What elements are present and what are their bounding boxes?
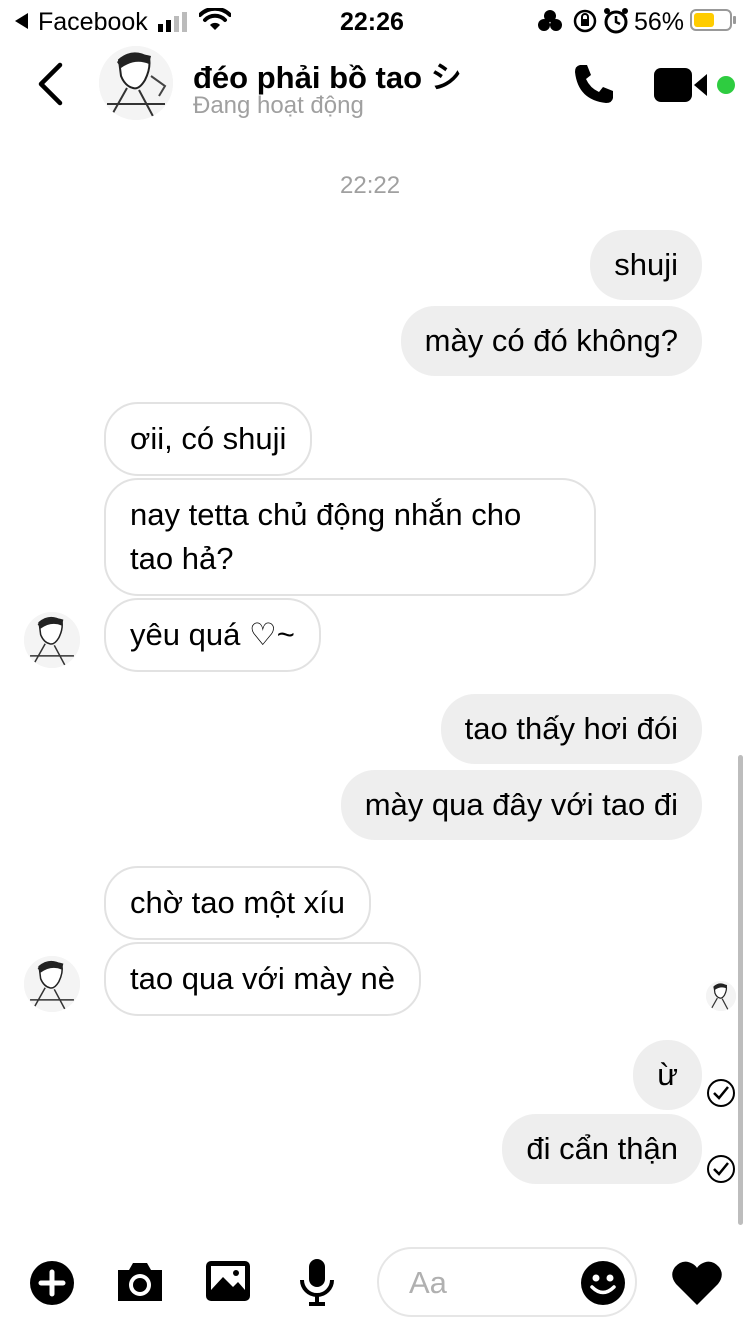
battery-percent: 56% — [634, 8, 685, 36]
outgoing-message[interactable]: tao thấy hơi đói — [440, 694, 702, 764]
message-text: yêu quá ♡~ — [130, 617, 295, 652]
message-input[interactable]: Aa — [377, 1247, 637, 1317]
message-text-line: nay tetta chủ động nhắn cho — [130, 497, 522, 532]
camera-icon[interactable] — [115, 1260, 165, 1309]
back-chevron-icon[interactable] — [36, 62, 64, 111]
battery-icon — [690, 8, 738, 37]
contact-name[interactable]: đéo phải bồ tao シ — [193, 52, 462, 97]
message-text: mày có đó không? — [424, 323, 678, 358]
outgoing-message[interactable]: shuji — [590, 230, 702, 300]
message-text-line: tao hả? — [130, 541, 234, 576]
signal-icon — [158, 12, 192, 37]
heart-icon[interactable] — [671, 1259, 723, 1312]
incoming-message[interactable]: yêu quá ♡~ — [104, 598, 321, 672]
incoming-message[interactable]: ơii, có shuji — [104, 402, 313, 476]
video-call-icon[interactable] — [653, 66, 709, 109]
message-text: tao qua với mày nè — [130, 961, 396, 996]
message-text: tao thấy hơi đói — [464, 711, 678, 746]
back-arrow-small-icon[interactable] — [14, 12, 30, 35]
back-app-label[interactable]: Facebook — [38, 8, 148, 37]
message-timestamp: 22:22 — [340, 172, 401, 199]
outgoing-message[interactable]: ừ — [633, 1040, 702, 1110]
message-text: mày qua đây với tao đi — [364, 787, 678, 822]
outgoing-message[interactable]: đi cẩn thận — [502, 1114, 702, 1184]
delivered-check-icon — [707, 1155, 735, 1183]
add-icon[interactable] — [29, 1260, 75, 1311]
message-text: ơii, có shuji — [130, 421, 287, 456]
sender-avatar[interactable] — [24, 612, 80, 668]
link-icon — [537, 9, 563, 38]
message-input-placeholder: Aa — [409, 1265, 447, 1300]
gallery-icon[interactable] — [205, 1260, 251, 1307]
alarm-icon — [603, 7, 629, 40]
message-text: chờ tao một xíu — [130, 885, 346, 920]
message-text: shuji — [614, 247, 678, 282]
phone-call-icon[interactable] — [572, 62, 616, 111]
contact-avatar[interactable] — [99, 46, 173, 120]
sender-avatar[interactable] — [24, 956, 80, 1012]
outgoing-message[interactable]: mày qua đây với tao đi — [340, 770, 702, 840]
seen-avatar — [706, 981, 736, 1011]
active-status: Đang hoạt động — [193, 92, 364, 119]
outgoing-message[interactable]: mày có đó không? — [400, 306, 702, 376]
active-dot — [717, 76, 735, 94]
incoming-message[interactable]: tao qua với mày nè — [104, 942, 422, 1016]
orientation-lock-icon — [572, 8, 598, 39]
emoji-icon[interactable] — [580, 1260, 626, 1311]
incoming-message[interactable]: chờ tao một xíu — [104, 866, 372, 940]
wifi-icon — [198, 6, 232, 37]
scrollbar[interactable] — [738, 755, 743, 1225]
status-time: 22:26 — [340, 8, 404, 36]
microphone-icon[interactable] — [298, 1258, 336, 1311]
incoming-message[interactable]: nay tetta chủ động nhắn cho tao hả? — [104, 478, 596, 596]
message-text: đi cẩn thận — [526, 1131, 678, 1166]
delivered-check-icon — [707, 1079, 735, 1107]
message-text: ừ — [657, 1057, 678, 1092]
